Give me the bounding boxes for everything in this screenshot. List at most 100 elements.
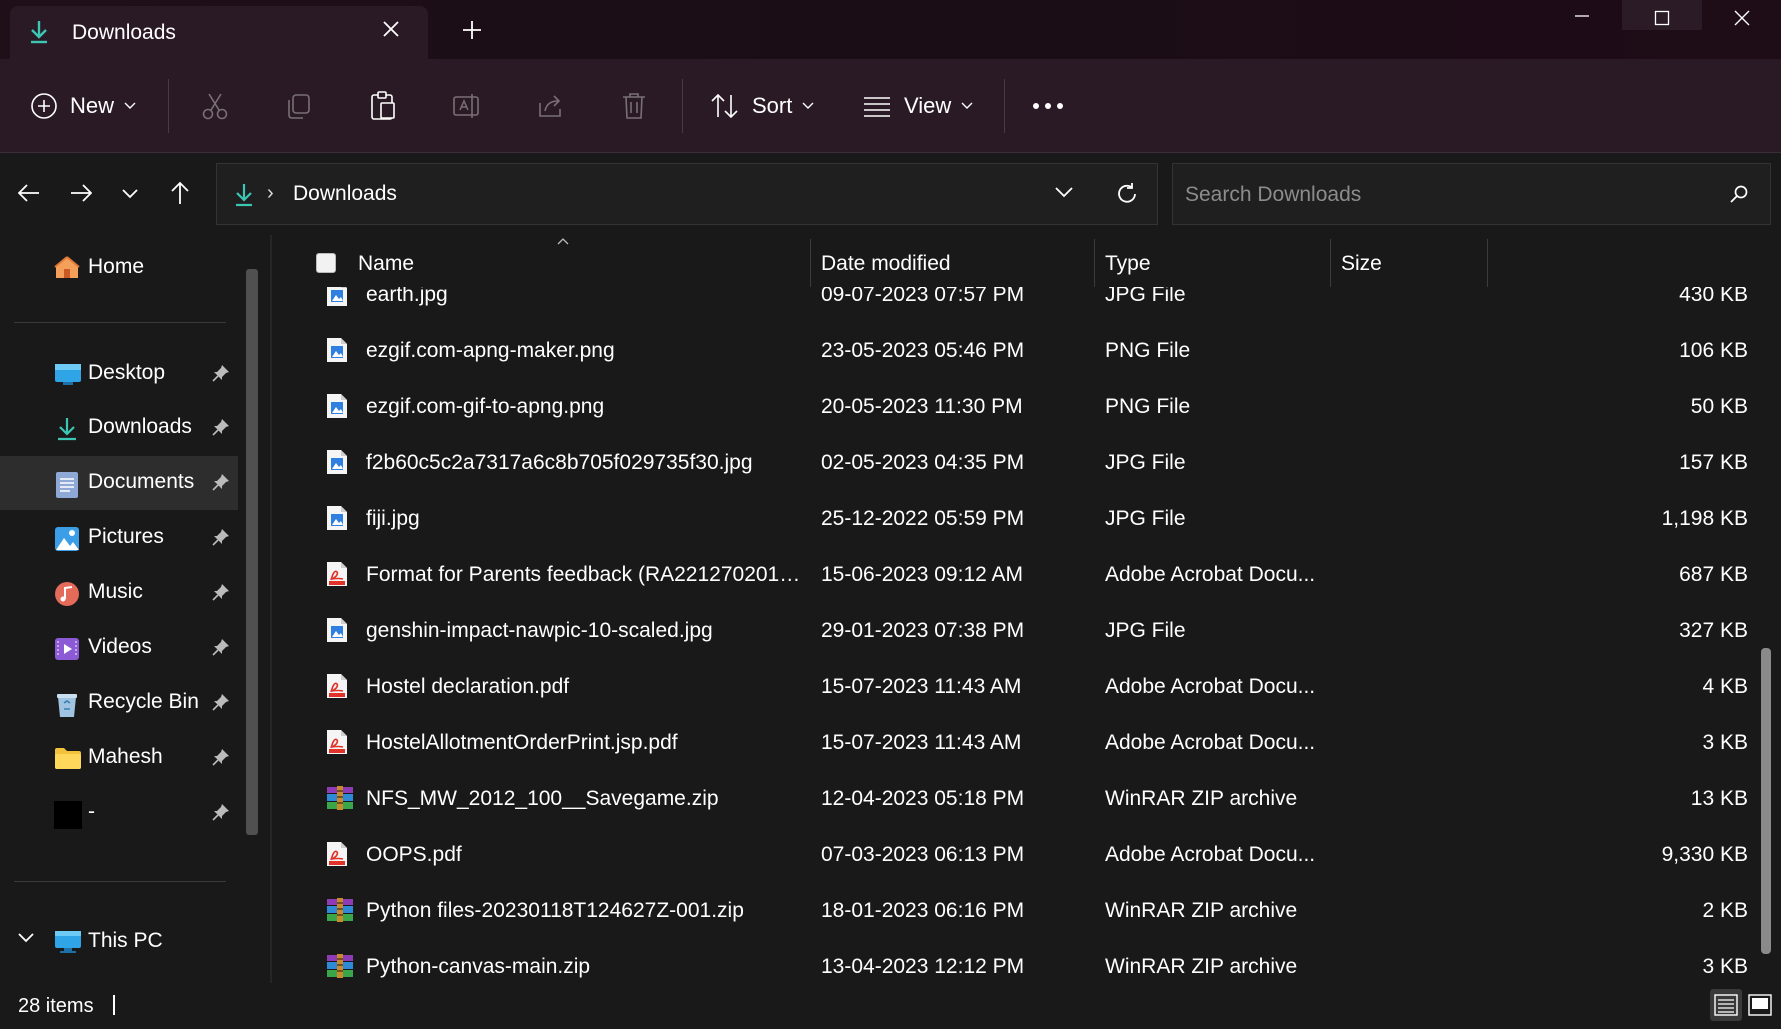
breadcrumb-downloads[interactable]: Downloads bbox=[293, 182, 397, 206]
file-name[interactable]: HostelAllotmentOrderPrint.jsp.pdf bbox=[366, 731, 806, 755]
details-view-toggle[interactable] bbox=[1710, 989, 1742, 1021]
file-row[interactable]: OOPS.pdf 07-03-2023 06:13 PM Adobe Acrobat… bbox=[272, 827, 1781, 883]
pin-icon[interactable] bbox=[212, 638, 230, 656]
share-icon bbox=[539, 94, 561, 117]
file-name[interactable]: ezgif.com-apng-maker.png bbox=[366, 339, 806, 363]
pin-icon[interactable] bbox=[212, 418, 230, 436]
toolbar-separator bbox=[682, 79, 683, 133]
maximize-button[interactable] bbox=[1622, 0, 1702, 30]
file-row[interactable]: Format for Parents feedback (RA221270201… bbox=[272, 547, 1781, 603]
navigation-pane: Home Desktop Downloads Documents Picture… bbox=[0, 235, 272, 985]
pin-icon[interactable] bbox=[212, 693, 230, 711]
pin-icon[interactable] bbox=[212, 473, 230, 491]
file-size: 3 KB bbox=[1702, 731, 1748, 754]
sidebar-item-home[interactable]: Home bbox=[54, 255, 144, 279]
sidebar-divider bbox=[14, 322, 226, 323]
file-row[interactable]: Python-canvas-main.zip 13-04-2023 12:12 P… bbox=[272, 939, 1781, 985]
breadcrumb-separator-icon: › bbox=[267, 182, 274, 204]
file-row[interactable]: f2b60c5c2a7317a6c8b705f029735f30.jpg 02-0… bbox=[272, 435, 1781, 491]
search-input[interactable] bbox=[1183, 180, 1707, 210]
new-button[interactable]: New bbox=[30, 59, 136, 152]
details-view-icon bbox=[1714, 994, 1738, 1016]
address-dropdown-icon[interactable] bbox=[1055, 187, 1073, 198]
file-row[interactable]: ezgif.com-apng-maker.png 23-05-2023 05:46… bbox=[272, 323, 1781, 379]
rename-button[interactable] bbox=[452, 59, 482, 152]
sidebar-item-desktop[interactable]: Desktop bbox=[0, 347, 238, 401]
close-tab-icon[interactable] bbox=[382, 20, 400, 38]
column-size[interactable]: Size bbox=[1341, 252, 1382, 276]
expand-chevron-icon[interactable] bbox=[18, 933, 34, 943]
more-button[interactable] bbox=[1032, 59, 1064, 152]
file-name[interactable]: genshin-impact-nawpic-10-scaled.jpg bbox=[366, 619, 806, 643]
file-list-scrollbar[interactable] bbox=[1761, 648, 1771, 954]
file-row[interactable]: fiji.jpg 25-12-2022 05:59 PM JPG File 1,198… bbox=[272, 491, 1781, 547]
up-arrow-icon[interactable] bbox=[170, 181, 190, 205]
select-all-checkbox[interactable] bbox=[316, 253, 336, 273]
file-size: 50 KB bbox=[1690, 395, 1748, 418]
new-tab-icon[interactable] bbox=[462, 20, 482, 40]
pdf-file-icon bbox=[326, 841, 348, 867]
cut-button[interactable] bbox=[200, 59, 230, 152]
search-box[interactable] bbox=[1172, 163, 1771, 225]
rename-icon bbox=[453, 93, 479, 118]
forward-arrow-icon[interactable] bbox=[70, 183, 92, 203]
file-name[interactable]: Python-canvas-main.zip bbox=[366, 955, 806, 979]
sidebar-scrollbar[interactable] bbox=[246, 269, 258, 835]
file-name[interactable]: ezgif.com-gif-to-apng.png bbox=[366, 395, 806, 419]
sidebar-item-downloads[interactable]: Downloads bbox=[0, 401, 238, 455]
copy-button[interactable] bbox=[284, 59, 314, 152]
column-separator[interactable] bbox=[1487, 239, 1488, 287]
file-name[interactable]: f2b60c5c2a7317a6c8b705f029735f30.jpg bbox=[366, 451, 806, 475]
back-arrow-icon[interactable] bbox=[18, 183, 40, 203]
sidebar-item-label: Desktop bbox=[88, 361, 166, 384]
column-separator[interactable] bbox=[1094, 239, 1095, 287]
file-name[interactable]: OOPS.pdf bbox=[366, 843, 806, 867]
sidebar-item-music[interactable]: Music bbox=[0, 566, 238, 620]
pin-icon[interactable] bbox=[212, 748, 230, 766]
paste-button[interactable] bbox=[368, 59, 398, 152]
pin-icon[interactable] bbox=[212, 803, 230, 821]
column-name[interactable]: Name bbox=[358, 252, 414, 276]
large-icons-view-toggle[interactable] bbox=[1744, 989, 1776, 1021]
file-row[interactable]: HostelAllotmentOrderPrint.jsp.pdf 15-07-2… bbox=[272, 715, 1781, 771]
tab-downloads[interactable]: Downloads bbox=[10, 6, 428, 59]
navigation-row: › Downloads bbox=[0, 153, 1781, 235]
share-button[interactable] bbox=[536, 59, 566, 152]
sidebar-item-dash[interactable]: - bbox=[0, 786, 238, 840]
file-row[interactable]: NFS_MW_2012_100__Savegame.zip 12-04-2023 … bbox=[272, 771, 1781, 827]
file-name[interactable]: Python files-20230118T124627Z-001.zip bbox=[366, 899, 806, 923]
sidebar-item-pictures[interactable]: Pictures bbox=[0, 511, 238, 565]
recent-locations-chevron-icon[interactable] bbox=[122, 189, 138, 199]
file-name[interactable]: Hostel declaration.pdf bbox=[366, 675, 806, 699]
file-row[interactable]: Python files-20230118T124627Z-001.zip 18-… bbox=[272, 883, 1781, 939]
delete-button[interactable] bbox=[620, 59, 648, 152]
downloads-icon bbox=[54, 416, 80, 442]
file-name[interactable]: Format for Parents feedback (RA221270201… bbox=[366, 563, 806, 587]
sidebar-item-this-pc[interactable]: This PC bbox=[0, 915, 238, 969]
column-separator[interactable] bbox=[810, 239, 811, 287]
sidebar-item-videos[interactable]: Videos bbox=[0, 621, 238, 675]
view-button[interactable]: View bbox=[862, 59, 973, 152]
search-icon[interactable] bbox=[1729, 184, 1749, 204]
sidebar-item-recycle-bin[interactable]: Recycle Bin bbox=[0, 676, 238, 730]
sidebar-item-mahesh[interactable]: Mahesh bbox=[0, 731, 238, 785]
file-row[interactable]: genshin-impact-nawpic-10-scaled.jpg 29-01… bbox=[272, 603, 1781, 659]
cut-icon bbox=[202, 93, 228, 119]
address-bar[interactable]: › Downloads bbox=[216, 163, 1158, 225]
file-name[interactable]: fiji.jpg bbox=[366, 507, 806, 531]
column-date-modified[interactable]: Date modified bbox=[821, 252, 951, 276]
view-list-icon bbox=[864, 96, 890, 117]
close-window-button[interactable] bbox=[1702, 0, 1781, 30]
file-row[interactable]: Hostel declaration.pdf 15-07-2023 11:43 A… bbox=[272, 659, 1781, 715]
pin-icon[interactable] bbox=[212, 583, 230, 601]
column-separator[interactable] bbox=[1330, 239, 1331, 287]
file-row[interactable]: ezgif.com-gif-to-apng.png 20-05-2023 11:3… bbox=[272, 379, 1781, 435]
sidebar-item-documents[interactable]: Documents bbox=[0, 456, 238, 510]
column-type[interactable]: Type bbox=[1105, 252, 1151, 276]
pin-icon[interactable] bbox=[212, 364, 230, 382]
minimize-button[interactable] bbox=[1542, 0, 1622, 30]
file-name[interactable]: NFS_MW_2012_100__Savegame.zip bbox=[366, 787, 806, 811]
sort-button[interactable]: Sort bbox=[710, 59, 814, 152]
refresh-icon[interactable] bbox=[1115, 182, 1139, 206]
pin-icon[interactable] bbox=[212, 528, 230, 546]
